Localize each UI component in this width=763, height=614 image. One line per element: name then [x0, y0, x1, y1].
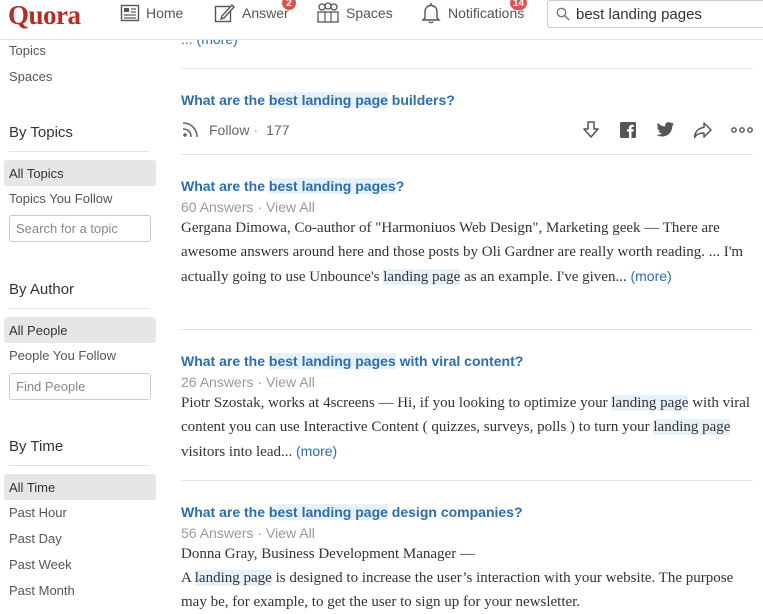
pencil-icon	[214, 3, 235, 23]
result-divider	[181, 154, 753, 155]
answer-count: 26 Answers	[181, 374, 254, 390]
snippet-text: Piotr Szostak, works at 4screens — Hi, i…	[181, 395, 612, 411]
answer-badge: 2	[282, 0, 296, 10]
title-text: What are the	[181, 504, 269, 520]
view-all-link[interactable]: View All	[266, 374, 315, 390]
follow-row: Follow · 177	[181, 121, 290, 139]
filter-topics-you-follow[interactable]: Topics You Follow	[9, 191, 112, 206]
separator-dot: ·	[257, 199, 263, 215]
title-highlight: best landing page	[268, 504, 388, 520]
nav-spaces-label: Spaces	[346, 5, 393, 21]
sidebar-divider	[9, 308, 149, 309]
filter-past-day[interactable]: Past Day	[9, 531, 62, 546]
downvote-icon	[583, 121, 599, 138]
title-text: design companies?	[387, 504, 523, 520]
sidebar-link-topics[interactable]: Topics	[9, 43, 46, 58]
answer-snippet: Gergana Dimowa, Co-author of "Harmoniuos…	[181, 216, 753, 289]
nav-answer[interactable]: Answer	[214, 0, 289, 26]
answer-snippet: Donna Gray, Business Development Manager…	[181, 542, 753, 614]
title-text: What are the	[181, 178, 269, 194]
snippet-highlight: landing page	[653, 419, 731, 435]
downvote-button[interactable]	[581, 120, 601, 140]
bell-icon	[421, 3, 441, 24]
result-divider	[181, 68, 753, 69]
question-title[interactable]: What are the best landing pages with vir…	[181, 353, 523, 369]
result-divider	[181, 480, 753, 481]
nav-spaces[interactable]: Spaces	[316, 0, 393, 26]
snippet-highlight: landing page	[383, 269, 461, 285]
view-all-link[interactable]: View All	[266, 525, 315, 541]
snippet-highlight: landing page	[611, 395, 689, 411]
title-text: with viral content?	[395, 353, 524, 369]
ellipsis-icon	[731, 127, 753, 133]
by-author-heading: By Author	[9, 281, 75, 298]
top-header: Quora Home Answer 2 Spaces Notifications…	[0, 0, 763, 40]
snippet-highlight: landing page	[194, 570, 272, 586]
home-icon	[120, 4, 140, 22]
nav-home[interactable]: Home	[120, 0, 183, 26]
separator-dot: ·	[253, 122, 259, 138]
search-icon	[556, 7, 570, 21]
by-topics-heading: By Topics	[9, 124, 73, 141]
view-all-link[interactable]: View All	[266, 199, 315, 215]
snippet-text: visitors into lead...	[181, 444, 296, 460]
filter-all-time[interactable]: All Time	[4, 474, 156, 500]
filter-past-week[interactable]: Past Week	[9, 557, 72, 572]
quora-logo[interactable]: Quora	[8, 0, 81, 31]
answer-count: 60 Answers	[181, 199, 254, 215]
result-divider	[181, 329, 753, 330]
topic-search-input[interactable]	[9, 215, 151, 242]
question-title[interactable]: What are the best landing pages?	[181, 178, 404, 194]
answer-count: 56 Answers	[181, 525, 254, 541]
nav-home-label: Home	[146, 5, 184, 21]
title-highlight: best landing pages	[268, 353, 396, 369]
twitter-icon	[656, 122, 675, 137]
question-actions	[563, 120, 753, 140]
sidebar-divider	[9, 151, 149, 152]
answer-meta: 60 Answers · View All	[181, 199, 315, 215]
filter-all-people[interactable]: All People	[4, 317, 156, 343]
more-link[interactable]: (more)	[296, 443, 337, 459]
sidebar-link-spaces[interactable]: Spaces	[9, 69, 52, 84]
rss-follow-icon	[182, 122, 198, 138]
answer-meta: 56 Answers · View All	[181, 525, 315, 541]
search-box[interactable]	[547, 0, 763, 28]
separator-dot: ·	[257, 374, 263, 390]
title-highlight: best landing page	[268, 92, 388, 108]
filter-people-you-follow[interactable]: People You Follow	[9, 348, 116, 363]
follow-count: 177	[266, 122, 290, 138]
share-button[interactable]	[693, 121, 713, 139]
separator-dot: ·	[257, 525, 263, 541]
title-text: ?	[395, 178, 405, 194]
snippet-text: as an example. I've given...	[460, 269, 631, 285]
filter-past-month[interactable]: Past Month	[9, 583, 75, 598]
snippet-author-line: Donna Gray, Business Development Manager…	[181, 546, 475, 562]
nav-answer-label: Answer	[242, 5, 289, 21]
facebook-share-button[interactable]	[619, 121, 637, 139]
by-time-heading: By Time	[9, 438, 64, 455]
more-options-button[interactable]	[731, 126, 753, 134]
notifications-badge: 14	[510, 0, 528, 10]
question-title[interactable]: What are the best landing page builders?	[181, 92, 455, 108]
question-title[interactable]: What are the best landing page design co…	[181, 504, 523, 520]
share-arrow-icon	[693, 122, 712, 139]
sidebar-divider	[9, 465, 149, 466]
follow-button[interactable]: Follow	[209, 122, 249, 138]
title-highlight: best landing pages	[268, 178, 396, 194]
answer-snippet: Piotr Szostak, works at 4screens — Hi, i…	[181, 391, 753, 464]
answer-meta: 26 Answers · View All	[181, 374, 315, 390]
title-text: builders?	[387, 92, 455, 108]
facebook-icon	[620, 122, 636, 138]
title-text: What are the	[181, 92, 269, 108]
filter-past-hour[interactable]: Past Hour	[9, 505, 67, 520]
snippet-text: A	[181, 570, 195, 586]
more-link[interactable]: (more)	[630, 268, 671, 284]
search-input[interactable]	[576, 5, 756, 23]
people-search-input[interactable]	[9, 373, 151, 400]
filter-all-topics[interactable]: All Topics	[4, 160, 156, 186]
title-text: What are the	[181, 353, 269, 369]
nav-notifications[interactable]: Notifications	[420, 0, 524, 26]
twitter-share-button[interactable]	[655, 121, 675, 139]
spaces-icon	[317, 2, 339, 23]
